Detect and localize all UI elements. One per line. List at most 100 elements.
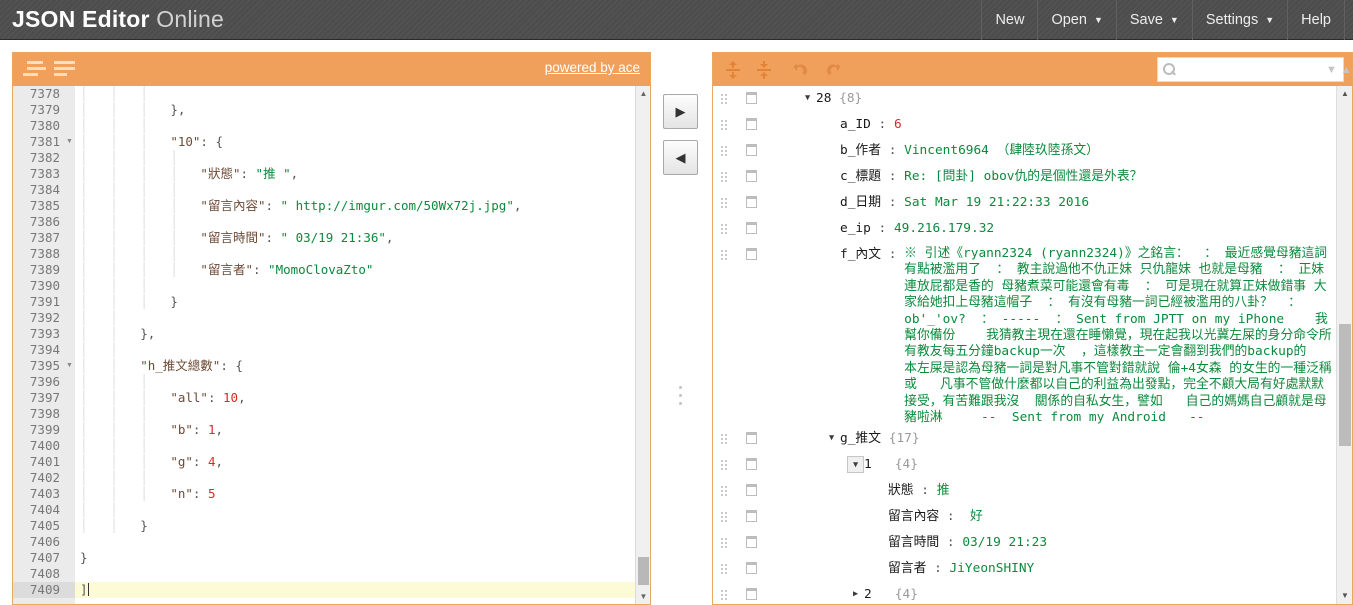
- code-line[interactable]: 7381 ▼ │ │ │ "10": {: [13, 134, 650, 150]
- tree-field-name[interactable]: c_標題: [840, 168, 881, 185]
- drag-handle-icon[interactable]: [721, 564, 735, 575]
- code-line[interactable]: 7409]: [13, 582, 650, 598]
- tree-row[interactable]: d_日期 : Sat Mar 19 21:22:33 2016: [713, 190, 1336, 216]
- code-line[interactable]: 7407}: [13, 550, 650, 566]
- tree-field-value[interactable]: Vincent6964 （肆陸玖陸孫文）: [904, 142, 1099, 159]
- tree-field-name[interactable]: g_推文: [840, 430, 881, 447]
- copy-to-code-button[interactable]: ◀: [663, 140, 698, 175]
- drag-handle-icon[interactable]: [721, 94, 735, 105]
- editor-scrollbar[interactable]: ▲ ▼: [635, 86, 650, 604]
- tree-row[interactable]: ▼ g_推文 {17}: [713, 426, 1336, 452]
- context-menu-icon[interactable]: [746, 222, 757, 234]
- drag-handle-icon[interactable]: [721, 486, 735, 497]
- context-menu-icon[interactable]: [746, 562, 757, 575]
- context-menu-icon[interactable]: [746, 458, 757, 471]
- tree-field-name[interactable]: 狀態: [888, 482, 914, 499]
- tree-field-name[interactable]: 留言內容: [888, 508, 939, 525]
- code-line[interactable]: 7406: [13, 534, 650, 550]
- code-line[interactable]: 7386 │ │ │ │: [13, 214, 650, 230]
- scroll-down-icon[interactable]: ▼: [1337, 588, 1353, 604]
- context-menu-icon[interactable]: [746, 170, 757, 182]
- drag-handle-icon[interactable]: [721, 250, 735, 261]
- tree-row[interactable]: ▼ 28 {8}: [713, 86, 1336, 112]
- code-line[interactable]: 7385 │ │ │ │ "留言內容": " http://imgur.com/5…: [13, 198, 650, 214]
- context-menu-icon[interactable]: [746, 196, 757, 208]
- redo-icon[interactable]: [823, 60, 843, 80]
- drag-handle-icon[interactable]: [721, 434, 735, 445]
- tree-row[interactable]: ▶ 2 {4}: [713, 582, 1336, 604]
- tree-field-name[interactable]: e_ip: [840, 220, 871, 237]
- drag-handle-icon[interactable]: [721, 590, 735, 601]
- code-line[interactable]: 7408: [13, 566, 650, 582]
- fold-toggle-icon[interactable]: ▼: [65, 134, 74, 150]
- code-line[interactable]: 7400 │ │ │: [13, 438, 650, 454]
- context-menu-icon[interactable]: [746, 248, 757, 260]
- code-line[interactable]: 7378 │ │ │: [13, 86, 650, 102]
- search-input[interactable]: [1163, 59, 1324, 80]
- powered-by-ace-link[interactable]: powered by ace: [545, 60, 640, 75]
- search-prev-icon[interactable]: ▲: [1339, 64, 1353, 76]
- tree-scrollbar-thumb[interactable]: [1339, 324, 1351, 446]
- code-line[interactable]: 7396 │ │ │: [13, 374, 650, 390]
- code-line[interactable]: 7388 │ │ │ │: [13, 246, 650, 262]
- code-line[interactable]: 7402 │ │ │: [13, 470, 650, 486]
- code-line[interactable]: 7401 │ │ │ "g": 4,: [13, 454, 650, 470]
- tree-field-name[interactable]: b_作者: [840, 142, 881, 159]
- tree-row[interactable]: e_ip : 49.216.179.32: [713, 216, 1336, 242]
- drag-handle-icon[interactable]: [721, 460, 735, 471]
- ace-code-area[interactable]: 7378 │ │ │ 7379 │ │ │ }, 7380 │ │ │ 7381 ▼ │ │…: [13, 86, 650, 604]
- tree-field-name[interactable]: 2: [864, 586, 872, 603]
- tree-field-value[interactable]: Sat Mar 19 21:22:33 2016: [904, 194, 1089, 211]
- context-menu-icon[interactable]: [746, 484, 757, 497]
- code-line[interactable]: 7405 │ │ }: [13, 518, 650, 534]
- code-line[interactable]: 7380 │ │ │: [13, 118, 650, 134]
- tree-field-name[interactable]: a_ID: [840, 116, 871, 133]
- compact-json-icon[interactable]: [54, 61, 78, 78]
- tree-field-name[interactable]: 留言者: [888, 560, 926, 577]
- code-line[interactable]: 7395 ▼ │ │ "h_推文總數": {: [13, 358, 650, 374]
- collapse-triangle-icon[interactable]: ▼: [847, 456, 864, 474]
- undo-icon[interactable]: [791, 60, 811, 80]
- tree-field-value[interactable]: 03/19 21:23: [962, 534, 1047, 551]
- drag-handle-icon[interactable]: [721, 198, 735, 209]
- tree-field-name[interactable]: 1: [864, 456, 872, 473]
- editor-scrollbar-thumb[interactable]: [638, 557, 649, 585]
- json-tree[interactable]: ▼ 28 {8} a_ID : 6 b_作者 : Vincent6964 （肆陸玖陸孫…: [713, 86, 1336, 604]
- search-box[interactable]: ▼ ▲: [1157, 57, 1352, 82]
- code-line[interactable]: 7390 │ │ │: [13, 278, 650, 294]
- code-line[interactable]: 7398 │ │ │: [13, 406, 650, 422]
- drag-handle-icon[interactable]: [721, 512, 735, 523]
- drag-handle-icon[interactable]: [721, 538, 735, 549]
- tree-field-value[interactable]: 6: [894, 116, 902, 133]
- context-menu-icon[interactable]: [746, 510, 757, 523]
- tree-field-name[interactable]: d_日期: [840, 194, 881, 211]
- context-menu-icon[interactable]: [746, 588, 757, 601]
- tree-field-name[interactable]: 留言時間: [888, 534, 939, 551]
- drag-handle-icon[interactable]: [721, 146, 735, 157]
- tree-field-value[interactable]: 49.216.179.32: [894, 220, 994, 237]
- code-line[interactable]: 7392 │ │: [13, 310, 650, 326]
- code-line[interactable]: 7397 │ │ │ "all": 10,: [13, 390, 650, 406]
- code-line[interactable]: 7379 │ │ │ },: [13, 102, 650, 118]
- menu-item-settings[interactable]: Settings ▼: [1191, 0, 1287, 40]
- code-line[interactable]: 7394 │ │: [13, 342, 650, 358]
- tree-field-name[interactable]: 28: [816, 90, 831, 107]
- expand-triangle-icon[interactable]: ▶: [847, 586, 864, 603]
- format-json-icon[interactable]: [23, 61, 47, 78]
- collapse-triangle-icon[interactable]: ▼: [823, 430, 840, 447]
- fold-toggle-icon[interactable]: ▼: [65, 358, 74, 374]
- tree-row[interactable]: a_ID : 6: [713, 112, 1336, 138]
- menu-item-save[interactable]: Save ▼: [1115, 0, 1192, 40]
- context-menu-icon[interactable]: [746, 432, 757, 445]
- tree-field-value[interactable]: ※ 引述《ryann2324 (ryann2324)》之銘言： ： 最近感覺母豬…: [904, 246, 1336, 426]
- context-menu-icon[interactable]: [746, 92, 757, 104]
- copy-to-tree-button[interactable]: ▶: [663, 94, 698, 129]
- collapse-triangle-icon[interactable]: ▼: [799, 90, 816, 107]
- menu-item-open[interactable]: Open ▼: [1037, 0, 1115, 40]
- code-line[interactable]: 7382 │ │ │ │: [13, 150, 650, 166]
- expand-all-icon[interactable]: [723, 60, 743, 80]
- tree-field-value[interactable]: 好: [962, 508, 983, 525]
- code-line[interactable]: 7383 │ │ │ │ "狀態": "推 ",: [13, 166, 650, 182]
- drag-handle-icon[interactable]: [721, 224, 735, 235]
- code-line[interactable]: 7399 │ │ │ "b": 1,: [13, 422, 650, 438]
